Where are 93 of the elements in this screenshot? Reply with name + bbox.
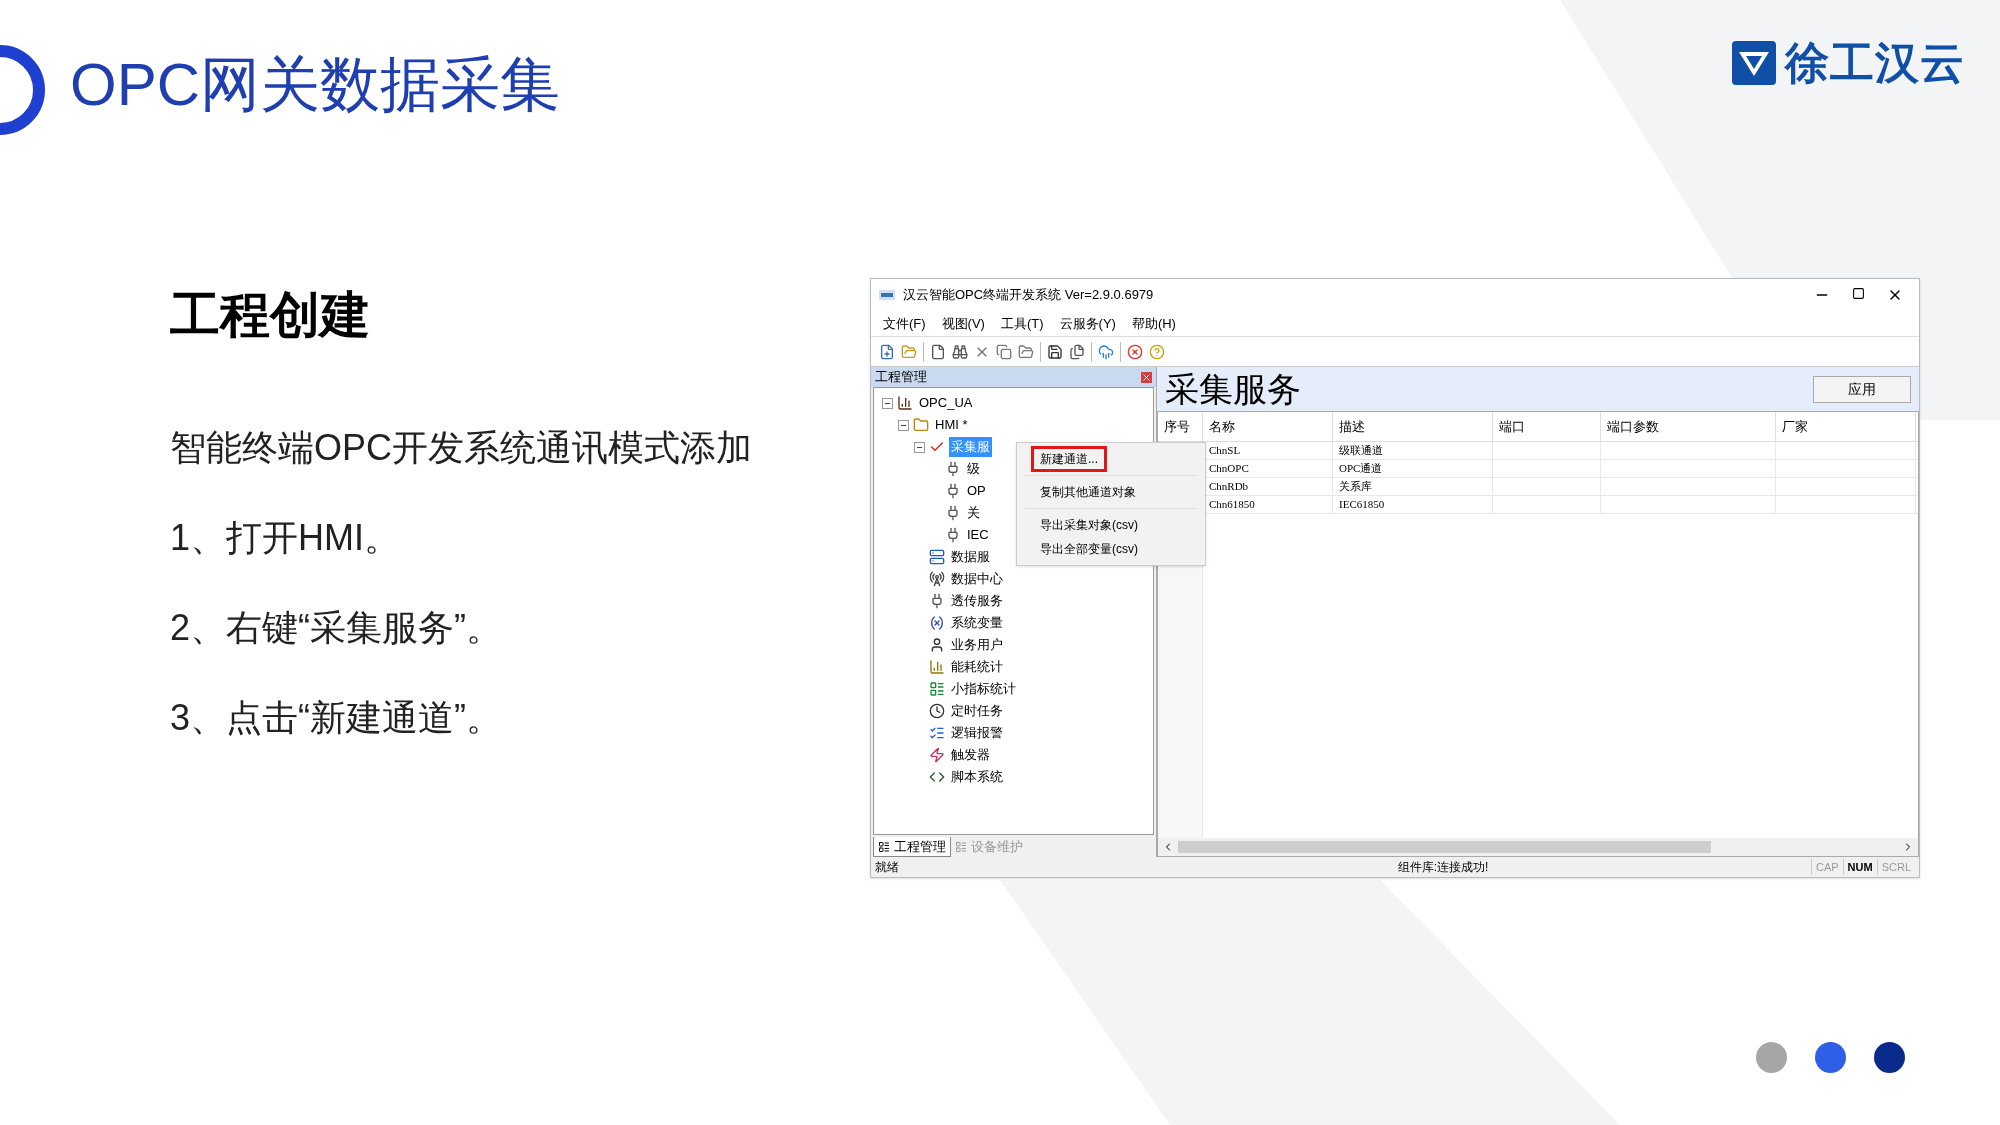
- table-cell: Chn61850: [1203, 496, 1333, 513]
- maximize-icon[interactable]: [1852, 287, 1865, 300]
- save-icon[interactable]: [1047, 343, 1063, 360]
- context-menu-item[interactable]: 复制其他通道对象: [1031, 479, 1145, 505]
- context-menu-item[interactable]: 导出采集对象(csv): [1031, 512, 1147, 538]
- context-menu-item[interactable]: 新建通道...: [1031, 446, 1107, 472]
- section-heading: 工程创建: [170, 290, 371, 340]
- stop-icon[interactable]: [1127, 343, 1143, 360]
- table-cell: ChnOPC: [1203, 460, 1333, 477]
- panel-title: 采集服务: [1165, 372, 1301, 406]
- panel-title: 工程管理: [875, 368, 927, 387]
- instruction-text: 3、点击“新建通道”。: [170, 700, 503, 736]
- table-cell: 级联通道: [1333, 442, 1493, 459]
- status-text: 组件库:连接成功!: [1396, 859, 1490, 876]
- logo-icon: [1730, 40, 1777, 86]
- project-icon: [897, 395, 913, 411]
- column-header[interactable]: 端口参数: [1601, 412, 1776, 441]
- menu-item[interactable]: 视图(V): [941, 313, 985, 334]
- list-icon: [929, 681, 945, 697]
- plug-icon: [945, 505, 961, 521]
- tree-item[interactable]: 脚本系统: [949, 767, 1005, 787]
- cloud-icon[interactable]: [1098, 343, 1114, 360]
- tree-item[interactable]: 数据中心: [949, 569, 1005, 589]
- instruction-text: 1、打开HMI。: [170, 520, 401, 556]
- slide-title: OPC网关数据采集: [70, 55, 561, 115]
- tower-icon: [929, 571, 945, 587]
- instruction-text: 智能终端OPC开发系统通讯模式添加: [170, 430, 753, 466]
- list-icon: [929, 725, 945, 741]
- column-header[interactable]: 厂家: [1776, 412, 1916, 441]
- status-indicator: NUM: [1842, 858, 1877, 876]
- tree-item[interactable]: 小指标统计: [949, 679, 1018, 699]
- clock-icon: [929, 703, 945, 719]
- new-project-icon[interactable]: [879, 343, 895, 360]
- table-cell: ChnSL: [1203, 442, 1333, 459]
- plug-icon: [929, 593, 945, 609]
- open-folder-icon[interactable]: [901, 343, 917, 360]
- user-icon: [929, 637, 945, 653]
- tree-item[interactable]: 业务用户: [949, 635, 1005, 655]
- column-header[interactable]: 描述: [1333, 412, 1493, 441]
- chart-icon: [929, 659, 945, 675]
- binoculars-icon[interactable]: [952, 343, 968, 360]
- list-icon: [955, 841, 967, 853]
- menu-item[interactable]: 文件(F): [883, 313, 926, 334]
- panel-tab[interactable]: 工程管理: [873, 837, 951, 857]
- app-icon: [879, 290, 895, 300]
- status-text: 就绪: [875, 859, 900, 876]
- tree-item[interactable]: HMI *: [933, 415, 970, 435]
- context-menu-item[interactable]: 导出全部变量(csv): [1031, 536, 1147, 562]
- column-header[interactable]: 序号: [1158, 412, 1203, 441]
- plug-icon: [945, 527, 961, 543]
- tree-item[interactable]: 触发器: [949, 745, 992, 765]
- table-cell: IEC61850: [1333, 496, 1493, 513]
- status-indicator: SCRL: [1876, 858, 1915, 876]
- tree-item[interactable]: 数据服: [949, 547, 992, 567]
- tree-item[interactable]: 级: [965, 459, 982, 479]
- server-icon: [929, 549, 945, 565]
- plug-icon: [945, 461, 961, 477]
- menu-item[interactable]: 工具(T): [1000, 313, 1044, 334]
- window-title: 汉云智能OPC终端开发系统 Ver=2.9.0.6979: [903, 286, 1154, 305]
- expander-icon[interactable]: [914, 441, 925, 453]
- tree-item[interactable]: 系统变量: [949, 613, 1005, 633]
- trigger-icon: [929, 747, 945, 763]
- tree-item[interactable]: OPC_UA: [917, 393, 975, 413]
- script-icon: [929, 769, 945, 785]
- horizontal-scrollbar[interactable]: [1158, 838, 1918, 856]
- save-all-icon[interactable]: [1069, 343, 1085, 360]
- menu-item[interactable]: 云服务(Y): [1059, 313, 1116, 334]
- tree-item[interactable]: IEC: [965, 525, 991, 545]
- table-cell: OPC通道: [1333, 460, 1493, 477]
- folder-icon: [913, 417, 929, 433]
- variable-icon: [929, 615, 945, 631]
- copy-icon[interactable]: [996, 343, 1012, 360]
- tree-item[interactable]: OP: [965, 481, 988, 501]
- tree-item[interactable]: 逻辑报警: [949, 723, 1005, 743]
- new-file-icon[interactable]: [930, 343, 946, 360]
- status-indicator: CAP: [1810, 858, 1843, 876]
- expander-icon[interactable]: [898, 419, 909, 431]
- list-icon: [878, 840, 890, 853]
- menu-item[interactable]: 帮助(H): [1131, 313, 1176, 334]
- tree-item[interactable]: 透传服务: [949, 591, 1005, 611]
- plug-icon: [945, 483, 961, 499]
- tree-item[interactable]: 关: [965, 503, 982, 523]
- folder-icon[interactable]: [1018, 343, 1034, 360]
- apply-button[interactable]: 应用: [1813, 375, 1911, 403]
- tree-item[interactable]: 定时任务: [949, 701, 1005, 721]
- column-header[interactable]: 端口: [1493, 412, 1601, 441]
- expander-icon[interactable]: [882, 397, 893, 409]
- table-cell: ChnRDb: [1203, 478, 1333, 495]
- table-cell: 关系库: [1333, 478, 1493, 495]
- column-header[interactable]: 名称: [1203, 412, 1333, 441]
- logo-text: 徐工汉云: [1784, 41, 1965, 85]
- instruction-text: 2、右键“采集服务”。: [170, 610, 503, 646]
- tree-item[interactable]: 能耗统计: [949, 657, 1005, 677]
